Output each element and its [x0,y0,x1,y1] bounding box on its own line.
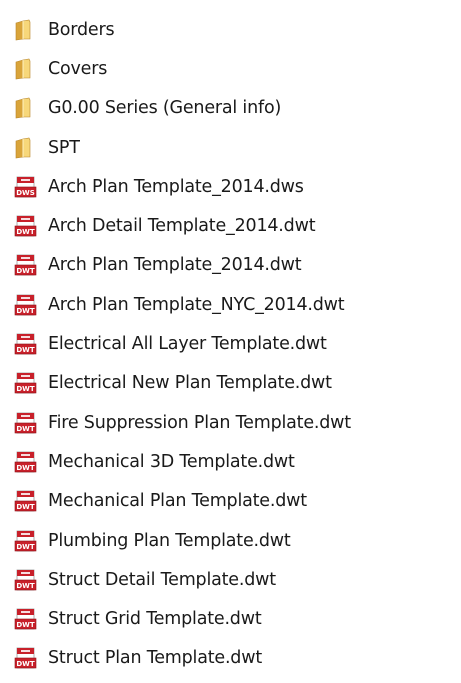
dwt-file-icon: DWT [14,489,38,513]
list-item-folder[interactable]: G0.00 Series (General info) [14,89,454,128]
dwt-file-icon: DWT [14,332,38,356]
item-label: G0.00 Series (General info) [48,98,282,119]
list-item-file[interactable]: DWT Electrical New Plan Template.dwt [14,364,454,403]
item-label: Struct Plan Template.dwt [48,648,262,669]
item-label: Fire Suppression Plan Template.dwt [48,412,351,433]
list-item-file[interactable]: DWT Struct Grid Template.dwt [14,599,454,638]
folder-icon [14,136,38,160]
svg-text:DWT: DWT [16,346,35,354]
dwt-file-icon: DWT [14,529,38,553]
item-label: Arch Plan Template_NYC_2014.dwt [48,294,345,315]
svg-text:DWT: DWT [16,267,35,275]
svg-text:DWT: DWT [16,543,35,551]
item-label: Electrical All Layer Template.dwt [48,334,327,355]
svg-text:DWT: DWT [16,425,35,433]
item-label: Covers [48,58,108,79]
list-item-file[interactable]: DWT Struct Plan Template.dwt [14,639,454,678]
svg-text:DWT: DWT [16,582,35,590]
list-item-file[interactable]: DWT Mechanical 3D Template.dwt [14,442,454,481]
dwt-file-icon: DWT [14,568,38,592]
dwt-file-icon: DWT [14,450,38,474]
svg-text:DWT: DWT [16,385,35,393]
item-label: Arch Plan Template_2014.dws [48,176,304,197]
file-list: Borders Covers G0.00 Series (General inf… [14,10,454,678]
folder-icon [14,57,38,81]
item-label: Struct Grid Template.dwt [48,609,262,630]
list-item-file[interactable]: DWT Arch Detail Template_2014.dwt [14,206,454,245]
item-label: Electrical New Plan Template.dwt [48,373,332,394]
list-item-file[interactable]: DWT Arch Plan Template_2014.dwt [14,246,454,285]
svg-text:DWT: DWT [16,621,35,629]
dwt-file-icon: DWT [14,293,38,317]
list-item-file[interactable]: DWT Mechanical Plan Template.dwt [14,482,454,521]
dwt-file-icon: DWT [14,411,38,435]
item-label: Mechanical Plan Template.dwt [48,491,307,512]
item-label: Plumbing Plan Template.dwt [48,530,291,551]
svg-text:DWT: DWT [16,464,35,472]
svg-text:DWT: DWT [16,307,35,315]
folder-icon [14,18,38,42]
dwt-file-icon: DWT [14,646,38,670]
svg-text:DWS: DWS [16,189,35,197]
dwt-file-icon: DWT [14,253,38,277]
item-label: SPT [48,137,80,158]
dwt-file-icon: DWT [14,214,38,238]
dwt-file-icon: DWT [14,371,38,395]
item-label: Arch Plan Template_2014.dwt [48,255,302,276]
dwt-file-icon: DWT [14,607,38,631]
dws-file-icon: DWS [14,175,38,199]
list-item-file[interactable]: DWT Struct Detail Template.dwt [14,560,454,599]
svg-text:DWT: DWT [16,660,35,668]
item-label: Mechanical 3D Template.dwt [48,451,295,472]
list-item-file[interactable]: DWT Electrical All Layer Template.dwt [14,324,454,363]
item-label: Borders [48,19,115,40]
svg-text:DWT: DWT [16,503,35,511]
list-item-file[interactable]: DWT Arch Plan Template_NYC_2014.dwt [14,285,454,324]
folder-icon [14,96,38,120]
list-item-file[interactable]: DWT Fire Suppression Plan Template.dwt [14,403,454,442]
list-item-file[interactable]: DWS Arch Plan Template_2014.dws [14,167,454,206]
item-label: Struct Detail Template.dwt [48,569,276,590]
list-item-file[interactable]: DWT Plumbing Plan Template.dwt [14,521,454,560]
svg-text:DWT: DWT [16,228,35,236]
list-item-folder[interactable]: Covers [14,49,454,88]
list-item-folder[interactable]: Borders [14,10,454,49]
item-label: Arch Detail Template_2014.dwt [48,216,316,237]
list-item-folder[interactable]: SPT [14,128,454,167]
